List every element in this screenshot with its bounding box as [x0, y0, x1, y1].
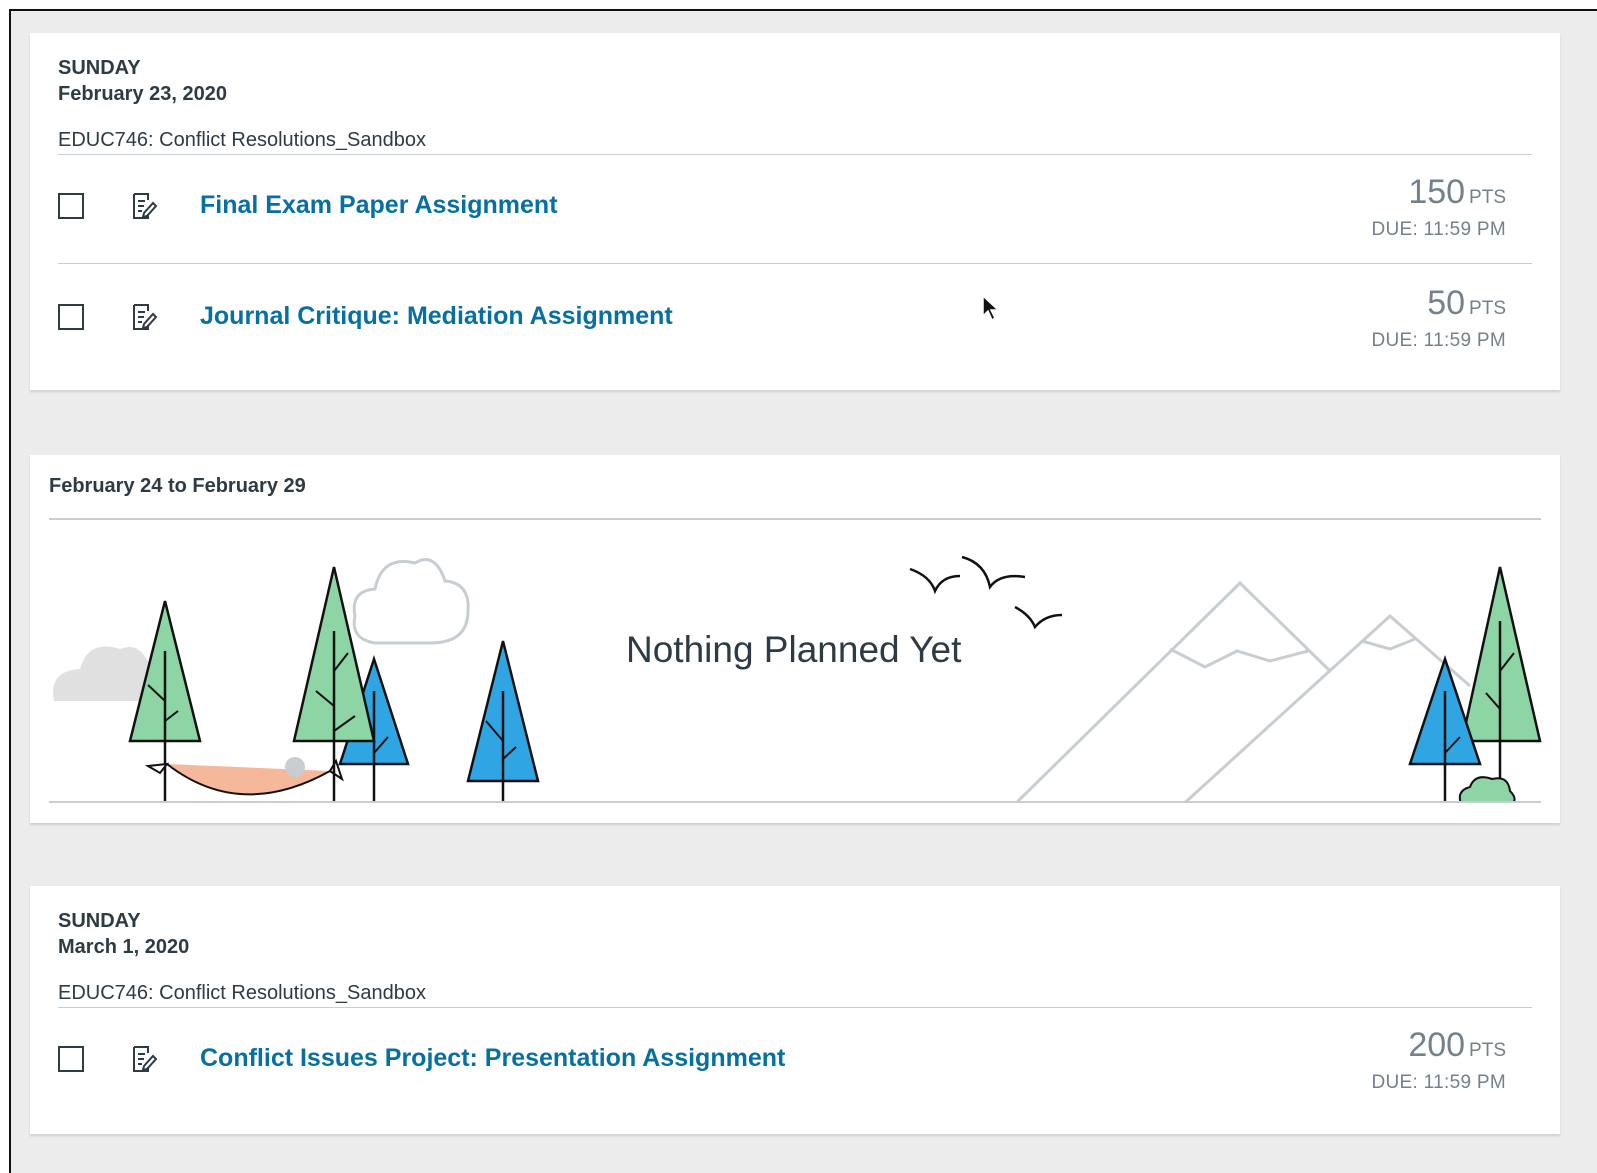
divider	[49, 801, 1541, 803]
day-name: SUNDAY	[58, 57, 141, 79]
assignment-icon	[133, 304, 158, 330]
day-header: SUNDAY March 1, 2020	[58, 908, 189, 960]
points-display: 200 PTS	[1408, 1026, 1506, 1065]
points-label: PTS	[1469, 1040, 1506, 1061]
assignment-link[interactable]: Journal Critique: Mediation Assignment	[200, 302, 673, 331]
cloud-outline-icon	[352, 558, 470, 645]
day-name: SUNDAY	[58, 910, 141, 932]
points-display: 50 PTS	[1427, 284, 1506, 323]
mouse-cursor-icon	[982, 294, 1000, 322]
day-date: February 23, 2020	[58, 83, 227, 105]
due-time: DUE: 11:59 PM	[1371, 330, 1506, 351]
complete-checkbox[interactable]	[58, 193, 84, 219]
assignment-icon	[133, 1046, 158, 1072]
day-card: SUNDAY March 1, 2020 EDUC746: Conflict R…	[30, 886, 1560, 1134]
planner-item: Conflict Issues Project: Presentation As…	[58, 1006, 1532, 1116]
empty-week-card: February 24 to February 29 Nothing Plann…	[30, 455, 1560, 823]
day-card: SUNDAY February 23, 2020 EDUC746: Confli…	[30, 33, 1560, 390]
assignment-link[interactable]: Final Exam Paper Assignment	[200, 191, 558, 220]
due-time: DUE: 11:59 PM	[1371, 1072, 1506, 1093]
day-date: March 1, 2020	[58, 936, 190, 958]
assignment-icon	[133, 193, 158, 219]
assignment-link[interactable]: Conflict Issues Project: Presentation As…	[200, 1044, 785, 1073]
planner-frame: SUNDAY February 23, 2020 EDUC746: Confli…	[9, 9, 1597, 1173]
tree-icon	[1408, 655, 1482, 803]
complete-checkbox[interactable]	[58, 1046, 84, 1072]
course-name: EDUC746: Conflict Resolutions_Sandbox	[58, 981, 1532, 1008]
nothing-planned-text: Nothing Planned Yet	[626, 629, 962, 670]
cloud-icon	[53, 646, 151, 701]
points-display: 150 PTS	[1408, 173, 1506, 212]
week-range: February 24 to February 29	[49, 475, 306, 497]
points-label: PTS	[1469, 298, 1506, 319]
tree-icon	[466, 640, 540, 803]
due-time: DUE: 11:59 PM	[1371, 219, 1506, 240]
mountains-icon	[1013, 580, 1471, 803]
points-value: 50	[1427, 284, 1466, 322]
points-label: PTS	[1469, 187, 1506, 208]
bush-icon	[1458, 776, 1516, 803]
planner-item: Journal Critique: Mediation Assignment 5…	[58, 264, 1532, 374]
course-name: EDUC746: Conflict Resolutions_Sandbox	[58, 128, 1532, 155]
day-header: SUNDAY February 23, 2020	[58, 55, 227, 107]
hammock-icon	[144, 757, 344, 796]
points-value: 150	[1408, 173, 1466, 211]
complete-checkbox[interactable]	[58, 304, 84, 330]
divider	[49, 518, 1541, 520]
points-value: 200	[1408, 1026, 1466, 1064]
birds-icon	[909, 555, 1063, 630]
planner-item: Final Exam Paper Assignment 150 PTS DUE: …	[58, 153, 1532, 264]
